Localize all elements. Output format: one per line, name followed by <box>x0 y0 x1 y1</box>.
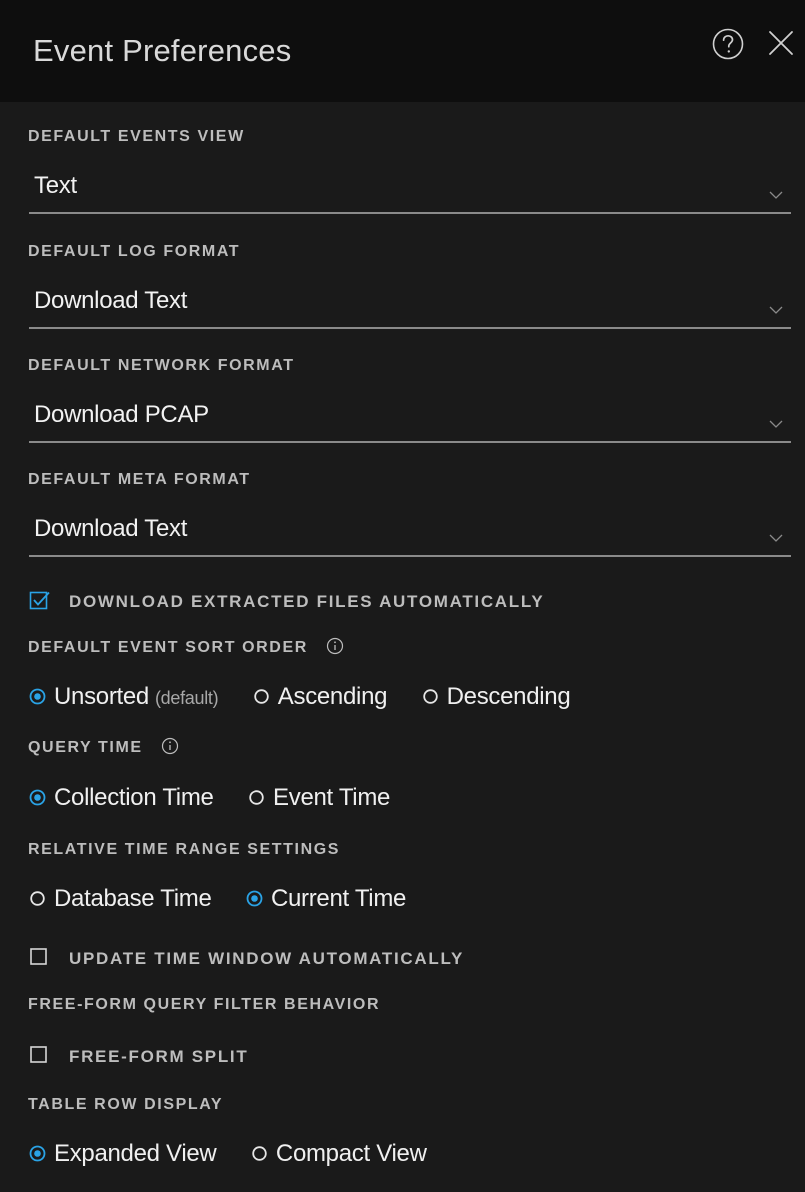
select-value: Text <box>34 172 77 199</box>
radio-event-time[interactable]: Event Time <box>248 781 390 817</box>
default-meta-format-select[interactable]: Download Text <box>29 511 791 557</box>
radio-selected-icon <box>29 1145 46 1162</box>
chevron-down-icon <box>769 420 783 428</box>
radio-label: Current Time <box>270 885 407 912</box>
radio-database-time[interactable]: Database Time <box>29 882 212 918</box>
select-value: Download Text <box>34 515 188 542</box>
radio-unselected-icon <box>30 891 45 906</box>
default-log-format-select[interactable]: Download Text <box>29 283 791 329</box>
radio-compact-view[interactable]: Compact View <box>251 1137 427 1173</box>
relative-time-radio-group: Database Time Current Time <box>29 882 436 918</box>
radio-unsorted[interactable]: Unsorted (default) <box>29 680 219 716</box>
default-log-format-label: DEFAULT LOG FORMAT <box>28 243 241 260</box>
radio-label: Compact View <box>275 1140 427 1167</box>
download-extracted-checkbox[interactable]: DOWNLOAD EXTRACTED FILES AUTOMATICALLY <box>29 590 589 618</box>
info-icon[interactable] <box>161 737 179 755</box>
radio-selected-icon <box>29 688 46 705</box>
query-time-label-text: QUERY TIME <box>28 739 143 757</box>
radio-unselected-icon <box>249 790 264 805</box>
table-row-display-label: TABLE ROW DISPLAY <box>28 1096 224 1113</box>
checkbox-unchecked-icon <box>30 1046 47 1063</box>
radio-label: Ascending <box>277 683 388 710</box>
radio-expanded-view[interactable]: Expanded View <box>29 1137 217 1173</box>
default-events-view-label: DEFAULT EVENTS VIEW <box>28 128 245 145</box>
checkbox-unchecked-icon <box>30 948 47 965</box>
sort-order-label-text: DEFAULT EVENT SORT ORDER <box>28 639 308 657</box>
table-row-display-radio-group: Expanded View Compact View <box>29 1137 457 1173</box>
default-meta-format-label: DEFAULT META FORMAT <box>28 471 251 488</box>
radio-unselected-icon <box>252 1146 267 1161</box>
panel-title: Event Preferences <box>33 33 292 68</box>
help-icon[interactable] <box>711 27 745 61</box>
radio-label: Descending <box>446 683 571 710</box>
relative-time-label: RELATIVE TIME RANGE SETTINGS <box>28 841 341 858</box>
radio-unselected-icon <box>422 689 438 704</box>
info-icon[interactable] <box>326 637 344 655</box>
sort-order-label: DEFAULT EVENT SORT ORDER <box>28 637 344 657</box>
radio-selected-icon <box>29 789 46 806</box>
download-extracted-label: DOWNLOAD EXTRACTED FILES AUTOMATICALLY <box>69 592 545 611</box>
radio-unselected-icon <box>254 689 269 704</box>
sort-order-radio-group: Unsorted (default) Ascending Descending <box>29 680 600 716</box>
radio-descending[interactable]: Descending <box>422 680 571 716</box>
radio-label: Collection Time <box>54 784 214 811</box>
radio-ascending[interactable]: Ascending <box>253 680 387 716</box>
query-time-label: QUERY TIME <box>28 737 179 757</box>
default-network-format-label: DEFAULT NETWORK FORMAT <box>28 357 295 374</box>
checkbox-checked-icon <box>29 591 50 610</box>
radio-current-time[interactable]: Current Time <box>246 882 406 918</box>
radio-collection-time[interactable]: Collection Time <box>29 781 214 817</box>
select-value: Download PCAP <box>34 401 209 428</box>
free-form-split-checkbox[interactable]: FREE-FORM SPLIT <box>29 1045 269 1073</box>
select-value: Download Text <box>34 287 188 314</box>
query-time-radio-group: Collection Time Event Time <box>29 781 420 817</box>
radio-label: Expanded View <box>54 1140 217 1167</box>
update-time-window-label: UPDATE TIME WINDOW AUTOMATICALLY <box>69 949 465 968</box>
default-network-format-select[interactable]: Download PCAP <box>29 397 791 443</box>
default-events-view-select[interactable]: Text <box>29 168 791 214</box>
free-form-split-label: FREE-FORM SPLIT <box>69 1047 249 1066</box>
radio-selected-icon <box>246 890 263 907</box>
default-hint: (default) <box>154 688 219 708</box>
free-form-label: FREE-FORM QUERY FILTER BEHAVIOR <box>28 996 381 1013</box>
chevron-down-icon <box>769 191 783 199</box>
chevron-down-icon <box>769 534 783 542</box>
radio-label: Database Time <box>54 885 212 912</box>
panel-header: Event Preferences <box>0 0 805 102</box>
radio-label: Unsorted (default) <box>54 683 219 710</box>
chevron-down-icon <box>769 306 783 314</box>
radio-label: Event Time <box>273 784 391 811</box>
close-icon[interactable] <box>766 28 796 58</box>
update-time-window-checkbox[interactable]: UPDATE TIME WINDOW AUTOMATICALLY <box>29 947 509 975</box>
